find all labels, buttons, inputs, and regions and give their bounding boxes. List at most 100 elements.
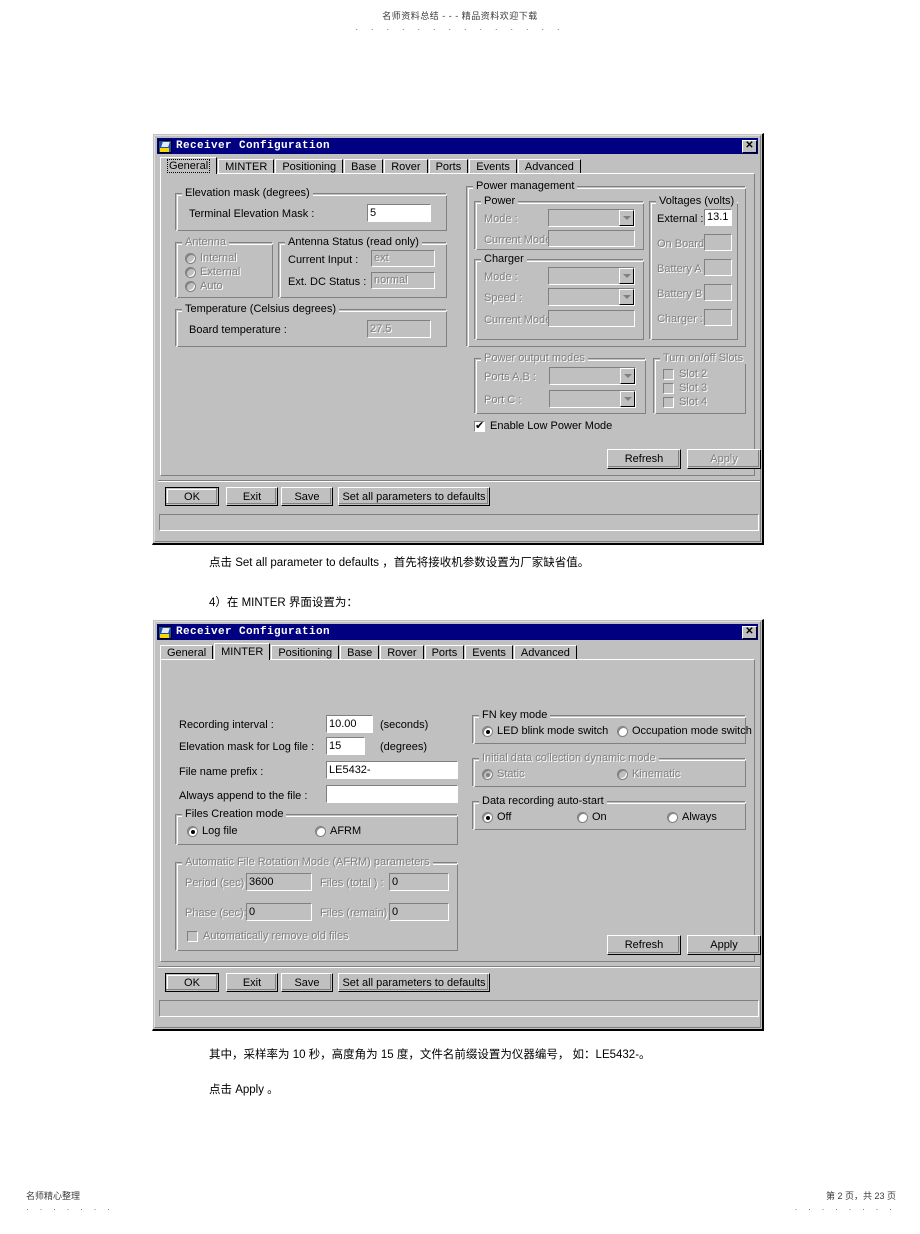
afrm-files-total-label: Files (total ) : bbox=[320, 877, 384, 889]
title-bar[interactable]: Receiver Configuration ✕ bbox=[157, 624, 758, 640]
chevron-down-icon[interactable] bbox=[619, 289, 634, 305]
antenna-option-external-label: External bbox=[200, 266, 241, 278]
tab-rover[interactable]: Rover bbox=[384, 159, 428, 174]
afrm-phase-label: Phase (sec): bbox=[185, 907, 247, 919]
charger-mode-label: Mode : bbox=[484, 271, 518, 283]
paragraph-settings-summary: 其中，采样率为 10 秒，高度角为 15 度，文件名前缀设置为仪器编号， 如：L… bbox=[209, 1049, 651, 1061]
slot-3-checkbox[interactable]: Slot 3 bbox=[663, 382, 707, 394]
paragraph-click-apply: 点击 Apply 。 bbox=[209, 1084, 279, 1096]
fn-key-option-led-blink[interactable]: LED blink mode switch bbox=[482, 725, 608, 737]
antenna-option-auto[interactable]: Auto bbox=[185, 280, 223, 292]
tab-events[interactable]: Events bbox=[469, 159, 517, 174]
chevron-down-icon[interactable] bbox=[620, 368, 635, 384]
tab-events[interactable]: Events bbox=[465, 645, 513, 660]
voltage-external-label: External : bbox=[657, 213, 704, 225]
set-defaults-button[interactable]: Set all parameters to defaults bbox=[338, 973, 490, 992]
voltage-charger-label: Charger : bbox=[657, 313, 703, 325]
turn-on-off-slots-group-title: Turn on/off Slots bbox=[660, 352, 747, 364]
auto-start-option-on[interactable]: On bbox=[577, 811, 607, 823]
refresh-button[interactable]: Refresh bbox=[607, 449, 681, 469]
elevation-mask-log-input[interactable]: 15 bbox=[326, 737, 365, 755]
tab-base[interactable]: Base bbox=[340, 645, 380, 660]
enable-low-power-mode-checkbox[interactable]: Enable Low Power Mode bbox=[474, 420, 612, 432]
slot-4-checkbox[interactable]: Slot 4 bbox=[663, 396, 707, 408]
files-creation-option-log-file[interactable]: Log file bbox=[187, 825, 237, 837]
title-bar[interactable]: Receiver Configuration ✕ bbox=[157, 138, 758, 154]
antenna-group-title: Antenna bbox=[182, 236, 229, 248]
initial-dynamic-mode-group: Initial data collection dynamic mode Sta… bbox=[472, 752, 746, 787]
port-c-combo[interactable] bbox=[549, 390, 636, 408]
antenna-option-external[interactable]: External bbox=[185, 266, 240, 278]
tab-positioning[interactable]: Positioning bbox=[275, 159, 344, 174]
radio-icon bbox=[315, 825, 326, 837]
elevation-mask-log-units: (degrees) bbox=[380, 741, 428, 753]
chevron-down-icon[interactable] bbox=[619, 268, 634, 284]
save-button[interactable]: Save bbox=[281, 487, 333, 506]
auto-start-option-off[interactable]: Off bbox=[482, 811, 511, 823]
afrm-period-label: Period (sec) : bbox=[185, 877, 251, 889]
power-current-mode-label: Current Mode : bbox=[484, 234, 558, 246]
power-mode-combo[interactable] bbox=[548, 209, 635, 227]
tab-base[interactable]: Base bbox=[344, 159, 384, 174]
power-mode-label: Mode : bbox=[484, 213, 518, 225]
terminal-elevation-mask-input[interactable]: 5 bbox=[367, 204, 431, 222]
data-recording-auto-start-group: Data recording auto-start Off On Always bbox=[472, 795, 746, 830]
auto-start-option-always[interactable]: Always bbox=[667, 811, 717, 823]
save-button[interactable]: Save bbox=[281, 973, 333, 992]
radio-icon bbox=[482, 725, 493, 737]
tab-strip[interactable]: General MINTER Positioning Base Rover Po… bbox=[160, 643, 755, 660]
current-input-label: Current Input : bbox=[288, 254, 359, 266]
tab-strip[interactable]: General MINTER Positioning Base Rover Po… bbox=[160, 157, 755, 174]
power-output-modes-group: Power output modes Ports A,B : Port C : bbox=[474, 352, 646, 414]
file-name-prefix-input[interactable]: LE5432- bbox=[326, 761, 458, 779]
always-append-label: Always append to the file : bbox=[179, 790, 308, 802]
enable-low-power-mode-label: Enable Low Power Mode bbox=[490, 420, 613, 432]
current-input-value: ext bbox=[371, 250, 435, 267]
divider bbox=[158, 480, 760, 482]
temperature-group: Temperature (Celsius degrees) Board temp… bbox=[175, 303, 447, 347]
tab-page-minter: Recording interval : 10.00 (seconds) Ele… bbox=[160, 659, 761, 962]
files-creation-option-afrm[interactable]: AFRM bbox=[315, 825, 361, 837]
voltage-onboard-label: On Board : bbox=[657, 238, 711, 250]
tab-general[interactable]: General bbox=[160, 157, 218, 174]
files-creation-option-afrm-label: AFRM bbox=[330, 825, 362, 837]
radio-icon bbox=[667, 811, 678, 823]
exit-button[interactable]: Exit bbox=[226, 973, 278, 992]
document-footer-left-text: 名师精心整理 bbox=[26, 1191, 81, 1201]
checkbox-icon bbox=[663, 368, 674, 380]
tab-rover[interactable]: Rover bbox=[380, 645, 424, 660]
apply-button[interactable]: Apply bbox=[687, 935, 761, 955]
close-icon[interactable]: ✕ bbox=[742, 625, 757, 639]
charger-speed-combo[interactable] bbox=[548, 288, 635, 306]
receiver-configuration-window-minter[interactable]: Receiver Configuration ✕ General MINTER … bbox=[152, 619, 764, 1031]
tab-general[interactable]: General bbox=[160, 645, 214, 660]
voltage-onboard-value bbox=[704, 234, 732, 251]
tab-minter[interactable]: MINTER bbox=[218, 159, 275, 174]
auto-start-option-on-label: On bbox=[592, 811, 607, 823]
exit-button[interactable]: Exit bbox=[226, 487, 278, 506]
slot-2-checkbox[interactable]: Slot 2 bbox=[663, 368, 707, 380]
chevron-down-icon[interactable] bbox=[619, 210, 634, 226]
antenna-option-internal[interactable]: Internal bbox=[185, 252, 237, 264]
receiver-configuration-window-general[interactable]: Receiver Configuration ✕ General MINTER … bbox=[152, 133, 764, 545]
refresh-button[interactable]: Refresh bbox=[607, 935, 681, 955]
tab-ports[interactable]: Ports bbox=[428, 159, 469, 174]
voltage-charger-value bbox=[704, 309, 732, 326]
tab-minter[interactable]: MINTER bbox=[214, 643, 271, 660]
tab-advanced[interactable]: Advanced bbox=[513, 645, 577, 660]
charger-mode-combo[interactable] bbox=[548, 267, 635, 285]
tab-positioning[interactable]: Positioning bbox=[271, 645, 340, 660]
close-icon[interactable]: ✕ bbox=[742, 139, 757, 153]
ok-button[interactable]: OK bbox=[165, 487, 219, 506]
fn-key-option-occupation[interactable]: Occupation mode switch bbox=[617, 725, 752, 737]
set-defaults-button[interactable]: Set all parameters to defaults bbox=[338, 487, 490, 506]
ports-ab-combo[interactable] bbox=[549, 367, 636, 385]
antenna-option-internal-label: Internal bbox=[200, 252, 237, 264]
always-append-input[interactable] bbox=[326, 785, 458, 803]
tab-ports[interactable]: Ports bbox=[424, 645, 465, 660]
ok-button[interactable]: OK bbox=[165, 973, 219, 992]
chevron-down-icon[interactable] bbox=[620, 391, 635, 407]
recording-interval-input[interactable]: 10.00 bbox=[326, 715, 373, 733]
tab-advanced[interactable]: Advanced bbox=[517, 159, 581, 174]
auto-start-option-always-label: Always bbox=[682, 811, 717, 823]
